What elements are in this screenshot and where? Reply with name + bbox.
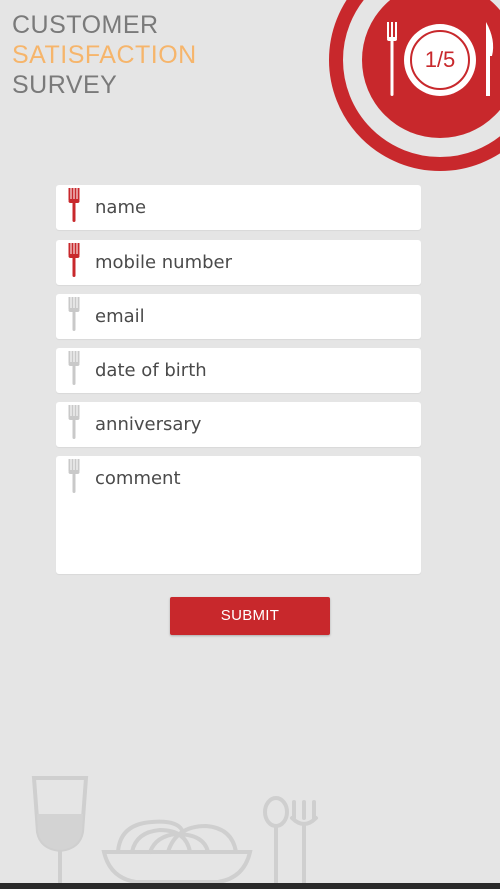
anniversary-placeholder: anniversary [95, 414, 202, 435]
comment-placeholder: comment [95, 468, 181, 489]
fork-icon [68, 243, 80, 277]
fork-icon [68, 188, 80, 222]
name-field[interactable]: name [56, 185, 421, 230]
comment-field[interactable]: comment [56, 456, 421, 574]
mobile-number-field[interactable]: mobile number [56, 240, 421, 285]
fork-icon [68, 297, 80, 331]
tableware-decoration [31, 776, 318, 885]
progress-indicator: 1/5 [424, 47, 456, 72]
email-field[interactable]: email [56, 294, 421, 339]
date-of-birth-field[interactable]: date of birth [56, 348, 421, 393]
mobile-number-placeholder: mobile number [95, 252, 233, 273]
survey-title: CUSTOMER SATISFACTION SURVEY [12, 10, 197, 100]
knife-icon [486, 22, 494, 96]
title-line-satisfaction: SATISFACTION [12, 41, 197, 69]
date-of-birth-placeholder: date of birth [95, 360, 207, 381]
pasta-bowl-icon [101, 819, 253, 884]
fork-icon [68, 405, 80, 439]
fork-icon [68, 351, 80, 385]
email-placeholder: email [95, 306, 145, 327]
fork-icon [68, 459, 80, 493]
anniversary-field[interactable]: anniversary [56, 402, 421, 447]
bottom-bar [0, 883, 500, 889]
title-line-customer: CUSTOMER [12, 11, 159, 39]
fork-icon [290, 800, 318, 885]
title-line-survey: SURVEY [12, 71, 118, 99]
spoon-icon [263, 796, 289, 885]
name-placeholder: name [95, 197, 147, 218]
fork-icon [387, 22, 397, 96]
submit-button[interactable]: SUBMIT [170, 597, 330, 635]
